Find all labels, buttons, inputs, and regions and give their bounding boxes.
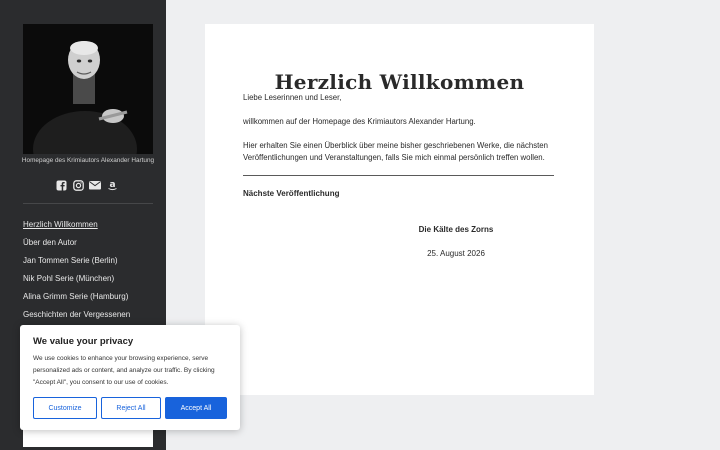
reject-all-button[interactable]: Reject All <box>101 397 161 419</box>
facebook-icon[interactable] <box>55 179 67 191</box>
book-release-date: 25. August 2026 <box>427 249 485 258</box>
main-navigation: Herzlich Willkommen Über den Autor Jan T… <box>23 219 130 327</box>
cookie-description: We use cookies to enhance your browsing … <box>33 355 215 386</box>
sidebar-divider <box>23 203 153 204</box>
book-title: Die Kälte des Zorns <box>418 225 494 234</box>
amazon-icon[interactable]: a <box>106 179 118 191</box>
nav-item-ueber-den-autor[interactable]: Über den Autor <box>23 237 130 255</box>
nav-item-jan-tommen-serie[interactable]: Jan Tommen Serie (Berlin) <box>23 255 130 273</box>
page-title: Herzlich Willkommen <box>274 70 525 94</box>
content-divider <box>243 175 554 176</box>
cookie-consent-banner: We value your privacy We use cookies to … <box>20 325 240 430</box>
welcome-paragraph: willkommen auf der Homepage des Krimiaut… <box>243 117 476 126</box>
greeting-paragraph: Liebe Leserinnen und Leser, <box>243 93 342 102</box>
accept-all-button[interactable]: Accept All <box>165 397 227 419</box>
next-release-heading: Nächste Veröffentlichung <box>243 189 340 198</box>
cookie-title: We value your privacy <box>33 336 134 347</box>
nav-item-alina-grimm-serie[interactable]: Alina Grimm Serie (Hamburg) <box>23 291 130 309</box>
svg-text:a: a <box>109 180 115 190</box>
social-links: a <box>55 178 118 192</box>
customize-button[interactable]: Customize <box>33 397 97 419</box>
instagram-icon[interactable] <box>72 179 84 191</box>
photo-caption: Homepage des Krimiautors Alexander Hartu… <box>21 157 155 164</box>
author-photo <box>23 24 153 154</box>
nav-item-nik-pohl-serie[interactable]: Nik Pohl Serie (München) <box>23 273 130 291</box>
content-card: Herzlich Willkommen Liebe Leserinnen und… <box>205 24 594 395</box>
overview-paragraph: Hier erhalten Sie einen Überblick über m… <box>243 141 548 162</box>
nav-item-herzlich-willkommen[interactable]: Herzlich Willkommen <box>23 219 130 237</box>
mail-icon[interactable] <box>89 179 101 191</box>
